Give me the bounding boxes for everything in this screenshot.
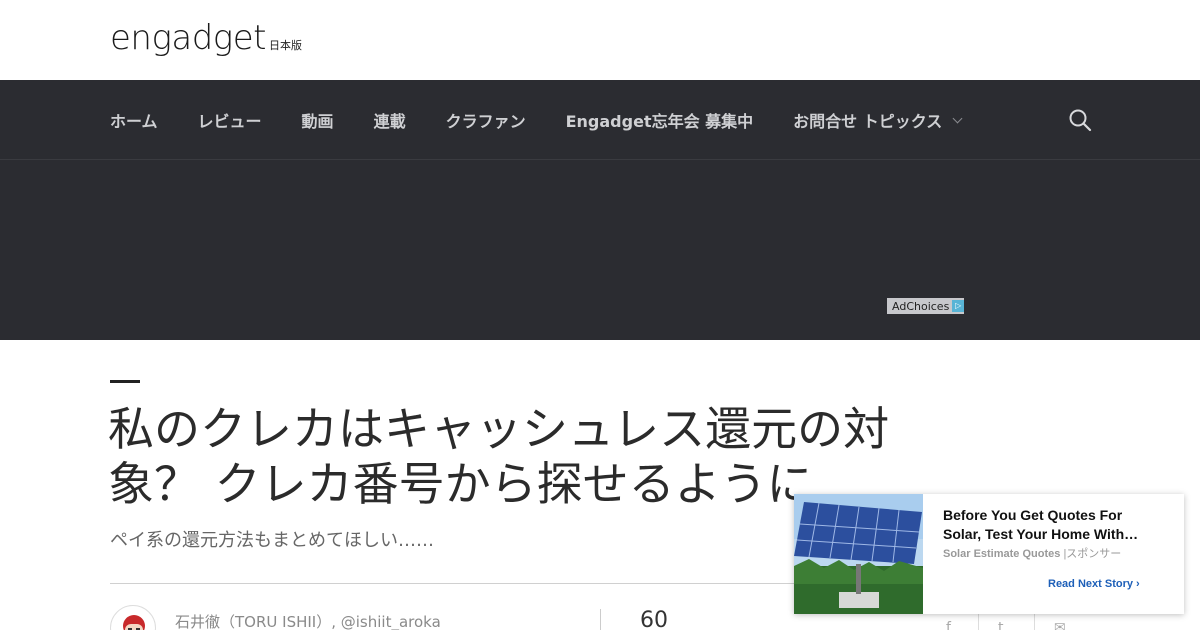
title-accent-dash bbox=[110, 380, 140, 383]
nav-item-bonenkai[interactable]: Engadget忘年会 募集中 bbox=[566, 108, 754, 132]
twitter-icon[interactable]: t bbox=[998, 620, 1004, 630]
engadget-logo[interactable]: engadget 日本版 bbox=[110, 20, 302, 56]
adchoices-badge[interactable]: AdChoices ▷ bbox=[887, 298, 964, 314]
adchoices-icon: ▷ bbox=[952, 300, 964, 312]
nav-item-topics-label: お問合せ トピックス bbox=[793, 112, 943, 131]
main-nav: ホーム レビュー 動画 連載 クラファン Engadget忘年会 募集中 お問合… bbox=[0, 80, 1200, 160]
sponsored-title[interactable]: Before You Get Quotes For Solar, Test Yo… bbox=[943, 506, 1163, 544]
byline-separator bbox=[600, 609, 601, 630]
share-count: 60 bbox=[640, 608, 668, 630]
author-byline[interactable]: 石井徹（TORU ISHII）, @ishiit_aroka bbox=[175, 611, 441, 630]
share-separator bbox=[978, 612, 979, 630]
nav-item-video[interactable]: 動画 bbox=[302, 108, 334, 132]
top-bar: engadget 日本版 bbox=[0, 0, 1200, 80]
sponsored-card[interactable]: Before You Get Quotes For Solar, Test Yo… bbox=[794, 494, 1184, 614]
share-separator bbox=[1034, 612, 1035, 630]
sponsored-source: Solar Estimate Quotes bbox=[943, 548, 1061, 560]
sponsored-meta: Solar Estimate Quotes |スポンサー bbox=[943, 545, 1121, 561]
nav-item-crowdfunding[interactable]: クラファン bbox=[446, 108, 526, 132]
ad-banner[interactable] bbox=[0, 160, 1200, 340]
mail-icon[interactable]: ✉ bbox=[1054, 620, 1066, 630]
read-next-story-link[interactable]: Read Next Story › bbox=[1048, 578, 1140, 590]
nav-item-topics[interactable]: お問合せ トピックス bbox=[793, 108, 963, 132]
sponsored-label: スポンサー bbox=[1066, 548, 1122, 560]
chevron-down-icon bbox=[952, 113, 963, 123]
logo-wordmark: engadget bbox=[110, 18, 266, 58]
logo-edition: 日本版 bbox=[268, 39, 302, 52]
facebook-icon[interactable]: f bbox=[946, 620, 951, 630]
nav-item-review[interactable]: レビュー bbox=[198, 108, 262, 132]
divider bbox=[110, 583, 810, 584]
author-avatar[interactable] bbox=[110, 605, 156, 630]
solar-panel-image[interactable] bbox=[794, 494, 923, 614]
search-icon[interactable] bbox=[1068, 108, 1092, 132]
adchoices-label: AdChoices bbox=[892, 299, 950, 313]
article-subtitle: ペイ系の還元方法もまとめてほしい…… bbox=[110, 530, 434, 551]
nav-item-series[interactable]: 連載 bbox=[374, 108, 406, 132]
nav-item-home[interactable]: ホーム bbox=[110, 108, 158, 132]
